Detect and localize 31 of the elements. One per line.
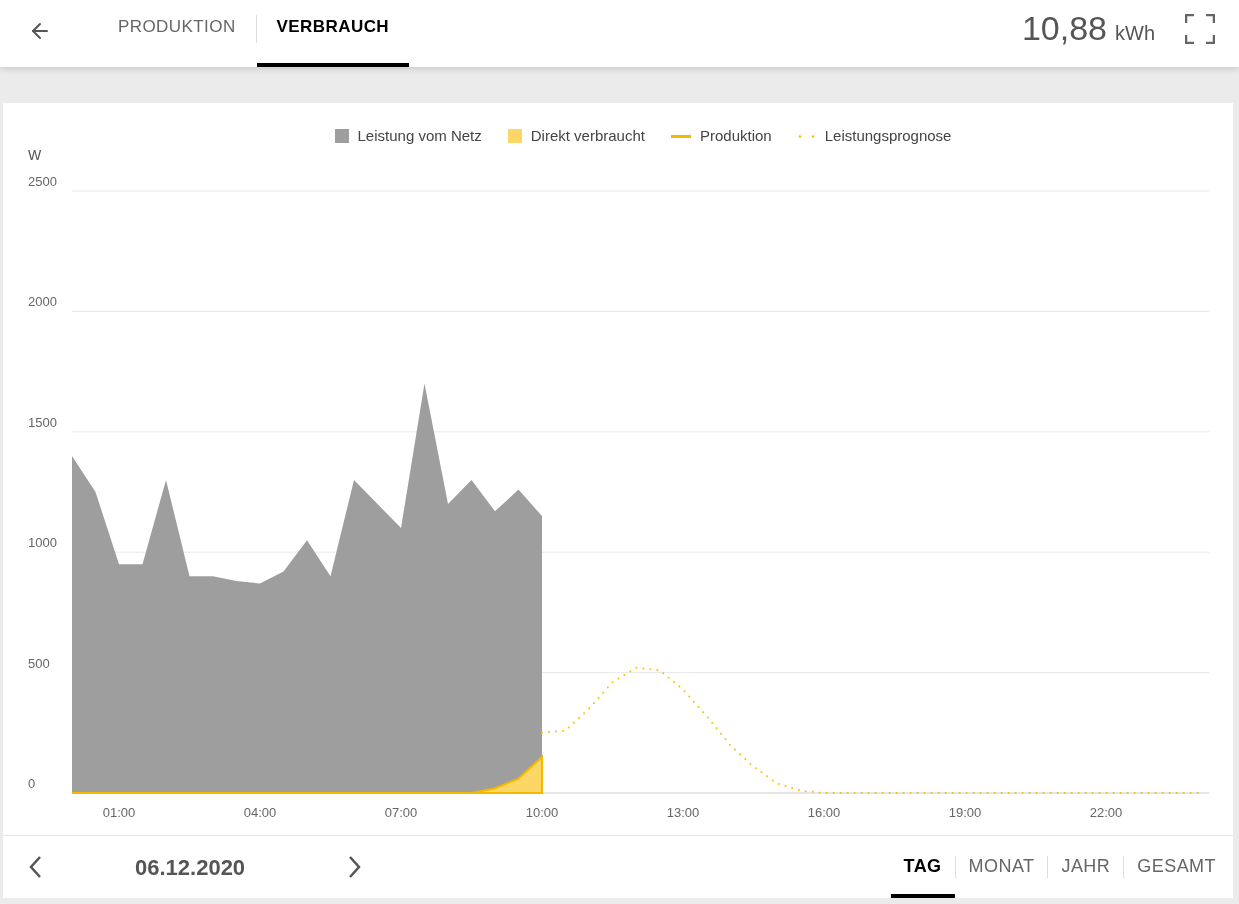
axis-label: 2500 [28,174,57,189]
axis-label: 1500 [28,414,57,430]
date-label: 06.12.2020 [135,853,246,882]
range-tab[interactable]: JAHR [1048,836,1124,898]
total-unit: kWh [1115,21,1155,46]
axis-label: 22:00 [1089,805,1123,820]
axis-label: 04:00 [243,805,277,820]
total-value: 10,88 [1021,8,1107,49]
axis-label: 0 [28,776,36,791]
legend-label: Leistungsprognose [824,125,952,146]
tab[interactable]: PRODUKTION [98,0,256,67]
axis-title: W [28,150,42,163]
chevron-right-icon [349,856,362,878]
range-tab[interactable]: TAG [890,836,955,898]
axis-label: 01:00 [102,805,136,820]
axis-label: 19:00 [948,805,982,820]
legend-label: Produktion [700,125,772,146]
axis-label: 07:00 [384,805,418,820]
axis-label: 16:00 [807,805,841,820]
legend-label: Leistung vom Netz [357,125,482,146]
tab[interactable]: VERBRAUCH [256,0,410,67]
fullscreen-icon[interactable] [1185,13,1215,44]
axis-label: 500 [28,655,50,671]
axis-label: 10:00 [525,805,559,820]
axis-label: 13:00 [666,805,700,820]
range-tab[interactable]: MONAT [955,836,1048,898]
legend-label: Direkt verbraucht [530,125,645,146]
axis-label: 1000 [28,535,57,551]
axis-label: 2000 [28,294,57,310]
chevron-left-icon [29,856,41,878]
range-tab[interactable]: GESAMT [1124,836,1229,898]
